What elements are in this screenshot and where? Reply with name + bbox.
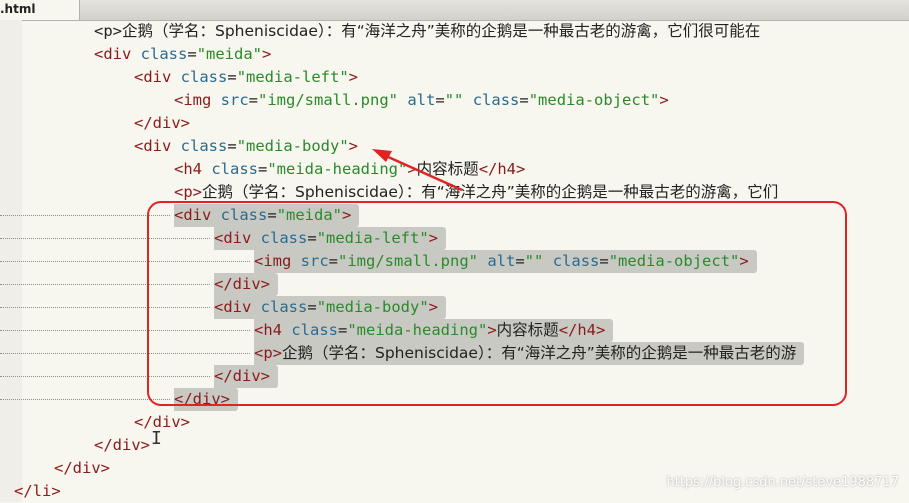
annotation-arrow — [372, 149, 463, 192]
arrow-head — [372, 149, 392, 162]
text-cursor-icon: I — [151, 428, 162, 449]
watermark-text: https://blog.csdn.net/steve1988717 — [666, 475, 899, 490]
arrow-shaft — [385, 154, 463, 192]
